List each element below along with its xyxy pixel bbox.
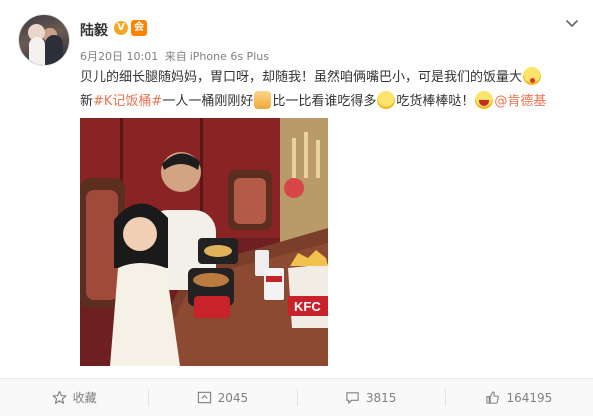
avatar-figure-man (45, 35, 63, 65)
like-button[interactable]: 164195 (444, 379, 593, 416)
author-name[interactable]: 陆毅 (80, 20, 108, 40)
post-text-end: 吃货棒棒哒！ (396, 94, 475, 109)
post-date[interactable]: 6月20日 10:01 (80, 50, 158, 63)
repost-count: 2045 (217, 390, 249, 405)
avatar-figure-woman (29, 37, 45, 65)
action-bar: 收藏 2045 3815 164195 (0, 379, 593, 416)
hashtag-link[interactable]: #K记饭桶# (93, 94, 162, 109)
thumbs-up-emoji-icon (254, 91, 272, 109)
post-source[interactable]: iPhone 6s Plus (190, 50, 269, 63)
member-badge-icon[interactable]: 会 (131, 20, 147, 36)
like-count: 164195 (506, 390, 553, 405)
favorite-icon (52, 390, 67, 404)
chevron-down-icon[interactable] (565, 16, 579, 30)
weibo-post-card: 陆毅 V 会 6月20日 10:01 来自 iPhone 6s Plus 贝儿的细… (0, 0, 593, 416)
comment-button[interactable]: 3815 (296, 379, 445, 416)
verified-badge[interactable]: V (114, 21, 128, 35)
source-prefix: 来自 (164, 50, 187, 63)
favorite-button[interactable]: 收藏 (0, 379, 148, 416)
post-text-sentence: 贝儿的细长腿随妈妈，胃口呀，却随我！虽然咱俩嘴巴小，可是我们的饭量大 (80, 70, 523, 85)
yum-emoji-icon (523, 67, 542, 85)
like-icon (486, 391, 500, 404)
thinking-emoji-icon (377, 91, 396, 109)
photo-illustration: KFC (80, 118, 328, 366)
repost-button[interactable]: 2045 (148, 379, 296, 416)
avatar[interactable] (18, 14, 70, 66)
post-text-line-1: 贝儿的细长腿随妈妈，胃口呀，却随我！虽然咱俩嘴巴小，可是我们的饭量大 (80, 66, 580, 90)
post-meta: 6月20日 10:01 来自 iPhone 6s Plus (80, 48, 272, 64)
mention-link[interactable]: @肯德基 (494, 94, 546, 109)
repost-icon (197, 391, 211, 404)
favorite-label: 收藏 (72, 391, 97, 405)
laughing-emoji-icon (475, 91, 494, 109)
post-text-line-2: 新#K记饭桶#一人一桶刚刚好 比一比看谁吃得多 吃货棒棒哒！ @肯德基 (80, 90, 580, 114)
post-text-prefix: 新 (80, 94, 94, 109)
comment-icon (346, 392, 359, 404)
post-text: 贝儿的细长腿随妈妈，胃口呀，却随我！虽然咱俩嘴巴小，可是我们的饭量大 新#K记饭… (80, 66, 580, 114)
post-text-compare: 比一比看谁吃得多 (272, 94, 377, 109)
post-photo[interactable]: KFC (80, 118, 328, 366)
comment-count: 3815 (365, 390, 397, 405)
bucket-logo-text: KFC (294, 299, 321, 314)
post-text-mid: 一人一桶刚刚好 (162, 94, 254, 109)
